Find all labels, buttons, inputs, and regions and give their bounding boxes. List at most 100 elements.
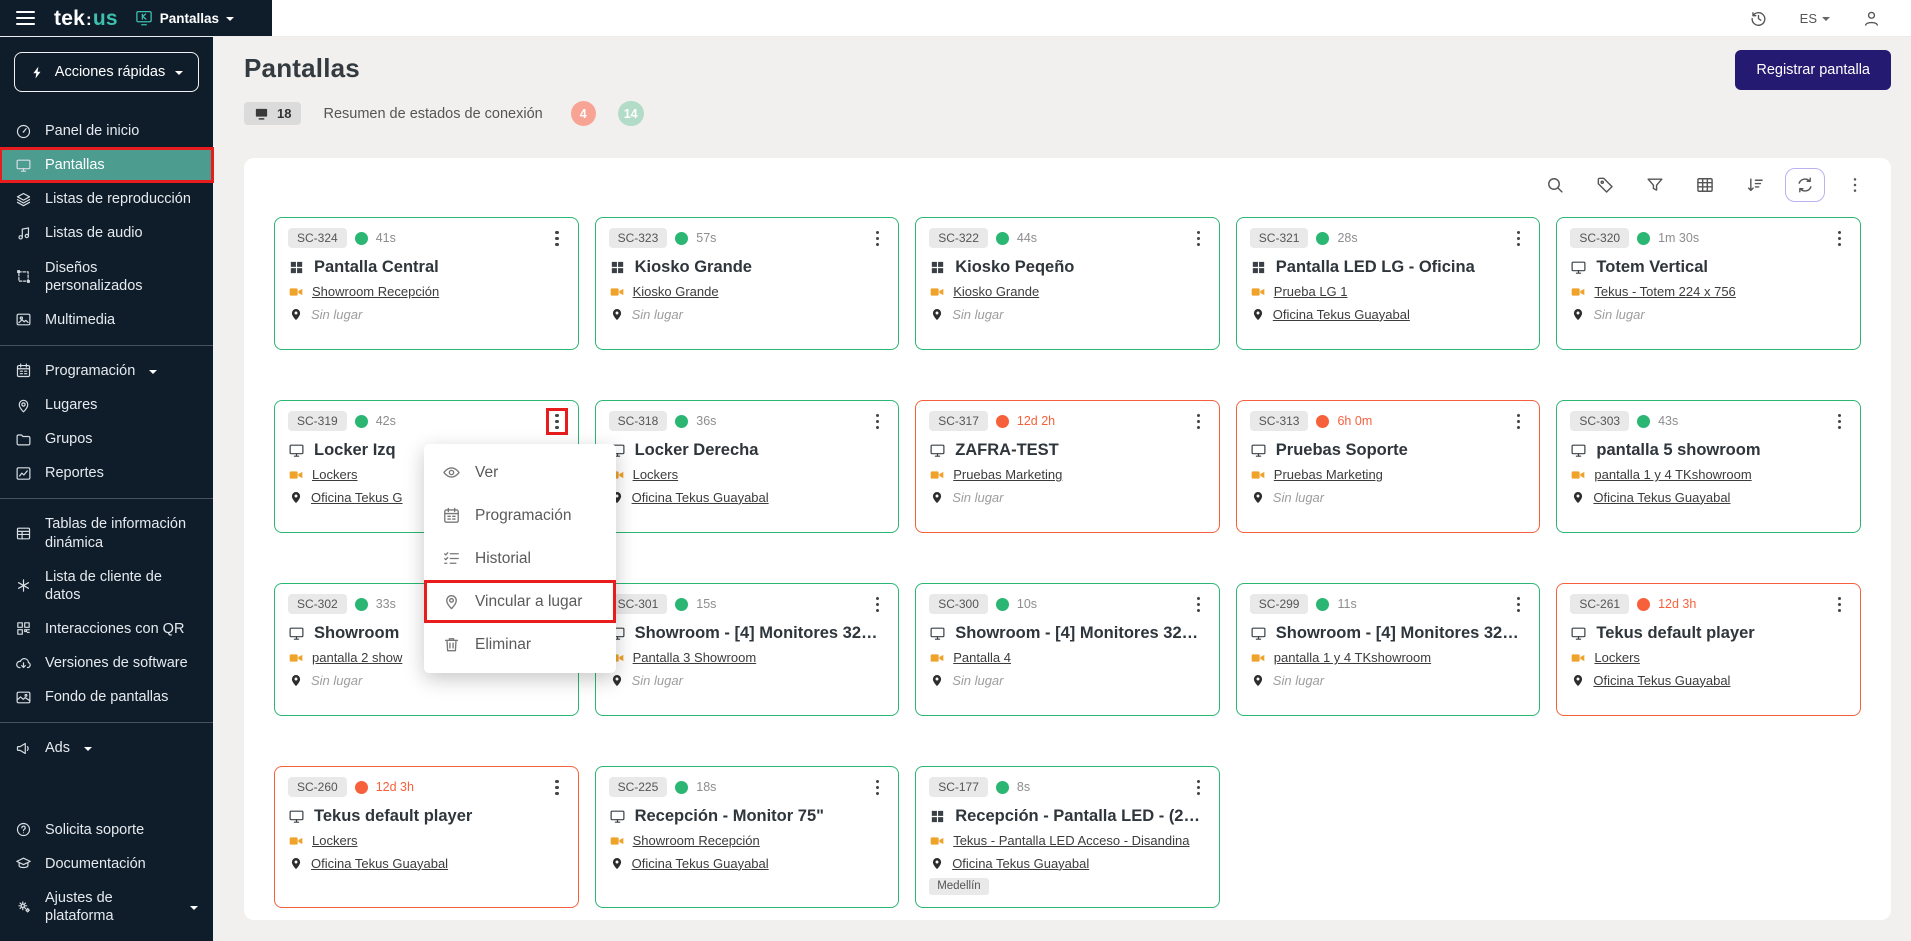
camera-icon <box>929 650 945 666</box>
location-link[interactable]: Oficina Tekus Guayabal <box>632 856 769 871</box>
context-menu-item-label: Historial <box>475 550 531 568</box>
screen-card: SC-177 8s Recepción - Pantalla LED - (2…… <box>915 766 1220 908</box>
info-table-icon <box>15 525 32 542</box>
top-bar: tek:us Pantallas ES <box>0 0 1911 37</box>
playlist-row: Prueba LG 1 <box>1250 284 1527 300</box>
kebab-menu-button[interactable] <box>1832 228 1847 249</box>
context-menu-item[interactable]: Programación <box>424 494 616 537</box>
kebab-menu-button[interactable] <box>549 228 564 249</box>
context-menu-item[interactable]: Eliminar <box>424 623 616 666</box>
toolbar-button[interactable] <box>1635 168 1675 202</box>
sidebar-item[interactable]: Ads <box>0 731 213 765</box>
playlist-link[interactable]: Kiosko Grande <box>633 284 719 299</box>
playlist-link[interactable]: Prueba LG 1 <box>1274 284 1348 299</box>
location-link[interactable]: Oficina Tekus Guayabal <box>1593 490 1730 505</box>
sidebar-item[interactable]: Panel de inicio <box>0 114 213 148</box>
sidebar-item[interactable]: Tablas de información dinámica <box>0 507 213 559</box>
kebab-menu-button[interactable] <box>549 777 564 798</box>
location-pin-icon <box>610 307 624 321</box>
playlist-link[interactable]: Lockers <box>312 833 358 848</box>
context-menu-item-label: Programación <box>475 507 572 525</box>
playlist-link[interactable]: Pantalla 3 Showroom <box>633 650 757 665</box>
sidebar-item[interactable]: Multimedia <box>0 303 213 337</box>
sidebar-item[interactable]: Versiones de software <box>0 646 213 680</box>
location-link[interactable]: Oficina Tekus G <box>311 490 403 505</box>
sidebar-item[interactable]: Documentación <box>0 847 213 881</box>
location-link[interactable]: Oficina Tekus Guayabal <box>632 490 769 505</box>
sidebar-item-label: Interacciones con QR <box>45 620 184 638</box>
kebab-menu-button[interactable] <box>870 594 885 615</box>
location-link[interactable]: Oficina Tekus Guayabal <box>1273 307 1410 322</box>
playlist-link[interactable]: Tekus - Pantalla LED Acceso - Disandina <box>953 833 1189 848</box>
playlist-link[interactable]: Lockers <box>1594 650 1640 665</box>
location-link[interactable]: Oficina Tekus Guayabal <box>1593 673 1730 688</box>
playlist-link[interactable]: Kiosko Grande <box>953 284 1039 299</box>
hamburger-menu-icon[interactable] <box>14 9 37 27</box>
card-header: SC-260 12d 3h <box>288 777 565 798</box>
sidebar-item[interactable]: Ajustes de plataforma <box>0 881 213 933</box>
context-menu-item[interactable]: Vincular a lugar <box>424 580 616 623</box>
user-icon[interactable] <box>1862 9 1881 28</box>
playlist-link[interactable]: Pruebas Marketing <box>1274 467 1383 482</box>
history-icon[interactable] <box>1749 9 1768 28</box>
screen-card: SC-322 44s Kiosko Peqeño Kiosko Grande <box>915 217 1220 350</box>
location-pin-icon <box>610 856 624 870</box>
sidebar-item[interactable]: Solicita soporte <box>0 813 213 847</box>
playlist-link[interactable]: pantalla 1 y 4 TKshowroom <box>1594 467 1751 482</box>
kebab-menu-button[interactable] <box>870 411 885 432</box>
location-link[interactable]: Oficina Tekus Guayabal <box>952 856 1089 871</box>
toolbar-button[interactable] <box>1735 168 1775 202</box>
context-menu-item[interactable]: Ver <box>424 451 616 494</box>
sidebar-item[interactable]: Lugares <box>0 388 213 422</box>
kebab-menu-button[interactable] <box>870 777 885 798</box>
sidebar-item[interactable]: Reportes <box>0 456 213 490</box>
kebab-menu-button[interactable] <box>870 228 885 249</box>
uptime-label: 8s <box>1017 780 1030 794</box>
kebab-menu-button[interactable] <box>1832 411 1847 432</box>
quick-actions-button[interactable]: Acciones rápidas <box>14 52 199 92</box>
screen-title: pantalla 5 showroom <box>1570 441 1847 460</box>
sidebar-item[interactable]: Listas de audio <box>0 216 213 250</box>
sidebar-item[interactable]: Diseños personalizados <box>0 251 213 303</box>
register-screen-button[interactable]: Registrar pantalla <box>1735 50 1891 90</box>
context-menu-item[interactable]: Historial <box>424 537 616 580</box>
toolbar-button[interactable] <box>1785 168 1825 202</box>
playlist-link[interactable]: Showroom Recepción <box>312 284 439 299</box>
sidebar-item[interactable]: Grupos <box>0 422 213 456</box>
playlist-link[interactable]: Pruebas Marketing <box>953 467 1062 482</box>
playlist-link[interactable]: Showroom Recepción <box>633 833 760 848</box>
sidebar-item[interactable]: Programación <box>0 354 213 388</box>
kebab-menu-button[interactable] <box>1191 777 1206 798</box>
app-selector[interactable]: Pantallas <box>135 9 234 27</box>
playlist-link[interactable]: Tekus - Totem 224 x 756 <box>1594 284 1735 299</box>
toolbar-button[interactable] <box>1835 168 1875 202</box>
screen-id-badge: SC-261 <box>1570 594 1629 614</box>
sidebar-item[interactable]: Lista de cliente de datos <box>0 560 213 612</box>
playlist-link[interactable]: Lockers <box>633 467 679 482</box>
sidebar-item[interactable]: Listas de reproducción <box>0 182 213 216</box>
location-pin-icon <box>1251 490 1265 504</box>
playlist-link[interactable]: Pantalla 4 <box>953 650 1011 665</box>
location-link[interactable]: Oficina Tekus Guayabal <box>311 856 448 871</box>
screen-title: Tekus default player <box>1570 624 1847 643</box>
playlist-link[interactable]: Lockers <box>312 467 358 482</box>
toolbar-button[interactable] <box>1685 168 1725 202</box>
playlist-link[interactable]: pantalla 2 show <box>312 650 402 665</box>
kebab-menu-button[interactable] <box>1191 411 1206 432</box>
sidebar-item[interactable]: Interacciones con QR <box>0 612 213 646</box>
kebab-menu-button[interactable] <box>1511 228 1526 249</box>
kebab-menu-button[interactable] <box>1511 411 1526 432</box>
sidebar-item[interactable]: Pantallas <box>0 148 213 182</box>
kebab-menu-button[interactable] <box>1191 594 1206 615</box>
location-pin-icon <box>1571 673 1585 687</box>
language-selector[interactable]: ES <box>1800 11 1830 26</box>
playlist-link[interactable]: pantalla 1 y 4 TKshowroom <box>1274 650 1431 665</box>
kebab-menu-button[interactable] <box>549 411 564 432</box>
toolbar-button[interactable] <box>1585 168 1625 202</box>
kebab-menu-button[interactable] <box>1832 594 1847 615</box>
sidebar-item[interactable]: Fondo de pantallas <box>0 680 213 714</box>
toolbar-button[interactable] <box>1535 168 1575 202</box>
kebab-menu-button[interactable] <box>1191 228 1206 249</box>
kebab-menu-button[interactable] <box>1511 594 1526 615</box>
camera-icon <box>1570 467 1586 483</box>
